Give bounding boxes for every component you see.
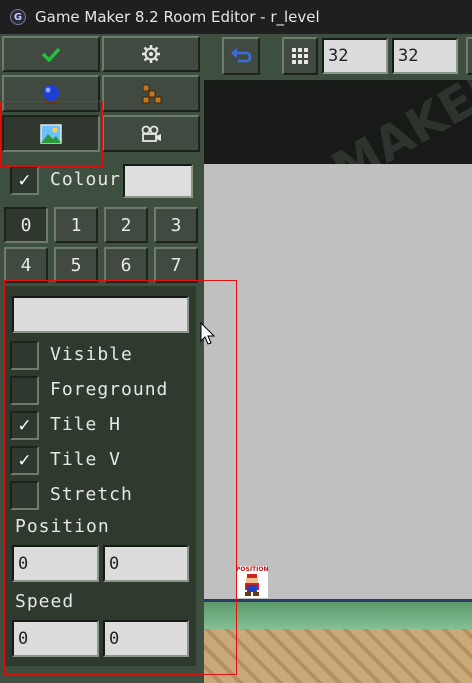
- undo-icon: [231, 48, 252, 63]
- foreground-label: Foreground: [50, 379, 169, 400]
- grass-tile-row: [204, 599, 472, 632]
- visible-checkbox[interactable]: [10, 341, 39, 370]
- grid-toggle-button[interactable]: [282, 37, 318, 75]
- grid-icon: [292, 48, 308, 64]
- colour-checkbox[interactable]: ✓: [10, 166, 39, 195]
- objects-tab-button[interactable]: [2, 75, 100, 112]
- stretch-checkbox[interactable]: [10, 481, 39, 510]
- layer-button-6[interactable]: 6: [104, 247, 148, 283]
- layer-button-5[interactable]: 5: [54, 247, 98, 283]
- mario-sprite-icon: [245, 574, 259, 596]
- room-canvas[interactable]: POSITION: [204, 164, 472, 683]
- game-maker-logo-icon: G: [10, 9, 26, 25]
- checkmark-icon: [41, 47, 61, 62]
- layer-button-2[interactable]: 2: [104, 207, 148, 243]
- blue-ball-icon: [43, 84, 59, 104]
- stretch-label: Stretch: [50, 484, 133, 505]
- speed-y-input[interactable]: 0: [103, 620, 189, 657]
- tiles-icon: [142, 84, 162, 103]
- views-tab-button[interactable]: [102, 115, 200, 152]
- colour-swatch[interactable]: [123, 164, 193, 198]
- watermark-text: MAKER: [322, 80, 472, 164]
- colour-label: Colour: [50, 169, 122, 190]
- grid-width-input[interactable]: 32: [322, 38, 388, 74]
- foreground-checkbox[interactable]: [10, 376, 39, 405]
- mouse-cursor-icon: [200, 322, 216, 345]
- title-bar: G Game Maker 8.2 Room Editor - r_level: [0, 0, 472, 34]
- layer-button-3[interactable]: 3: [154, 207, 198, 243]
- layer-button-1[interactable]: 1: [54, 207, 98, 243]
- room-toolbar: 32 32: [204, 34, 472, 80]
- background-image-icon: [40, 123, 62, 144]
- speed-label: Speed: [15, 591, 75, 612]
- tile-h-label: Tile H: [50, 414, 122, 435]
- position-x-input[interactable]: 0: [12, 545, 99, 582]
- position-marker-label: POSITION: [236, 566, 269, 573]
- undo-button[interactable]: [222, 37, 260, 75]
- camera-icon: [141, 125, 161, 142]
- room-properties-panel: ✓ Colour 0 1 2 3 4 5 6 7 Visible Foregro…: [0, 34, 204, 683]
- background-name-input[interactable]: [12, 296, 189, 333]
- position-marker-object[interactable]: POSITION: [236, 566, 269, 598]
- layer-button-7[interactable]: 7: [154, 247, 198, 283]
- layer-button-0[interactable]: 0: [4, 207, 48, 243]
- position-label: Position: [15, 516, 110, 537]
- speed-x-input[interactable]: 0: [12, 620, 99, 657]
- layer-button-4[interactable]: 4: [4, 247, 48, 283]
- backgrounds-tab-button[interactable]: [2, 115, 100, 152]
- room-canvas-outside: MAKER: [204, 80, 472, 164]
- tile-h-checkbox[interactable]: ✓: [10, 411, 39, 440]
- position-y-input[interactable]: 0: [103, 545, 189, 582]
- grid-height-input[interactable]: 32: [392, 38, 458, 74]
- tiles-tab-button[interactable]: [102, 75, 200, 112]
- tile-v-label: Tile V: [50, 449, 122, 470]
- dirt-tile-row: [204, 629, 472, 683]
- confirm-button[interactable]: [2, 36, 100, 72]
- tile-v-checkbox[interactable]: ✓: [10, 446, 39, 475]
- settings-button[interactable]: [102, 36, 200, 72]
- toolbar-overflow-button[interactable]: [466, 37, 472, 75]
- visible-label: Visible: [50, 344, 133, 365]
- window-title: Game Maker 8.2 Room Editor - r_level: [35, 8, 320, 26]
- gear-icon: [142, 45, 160, 63]
